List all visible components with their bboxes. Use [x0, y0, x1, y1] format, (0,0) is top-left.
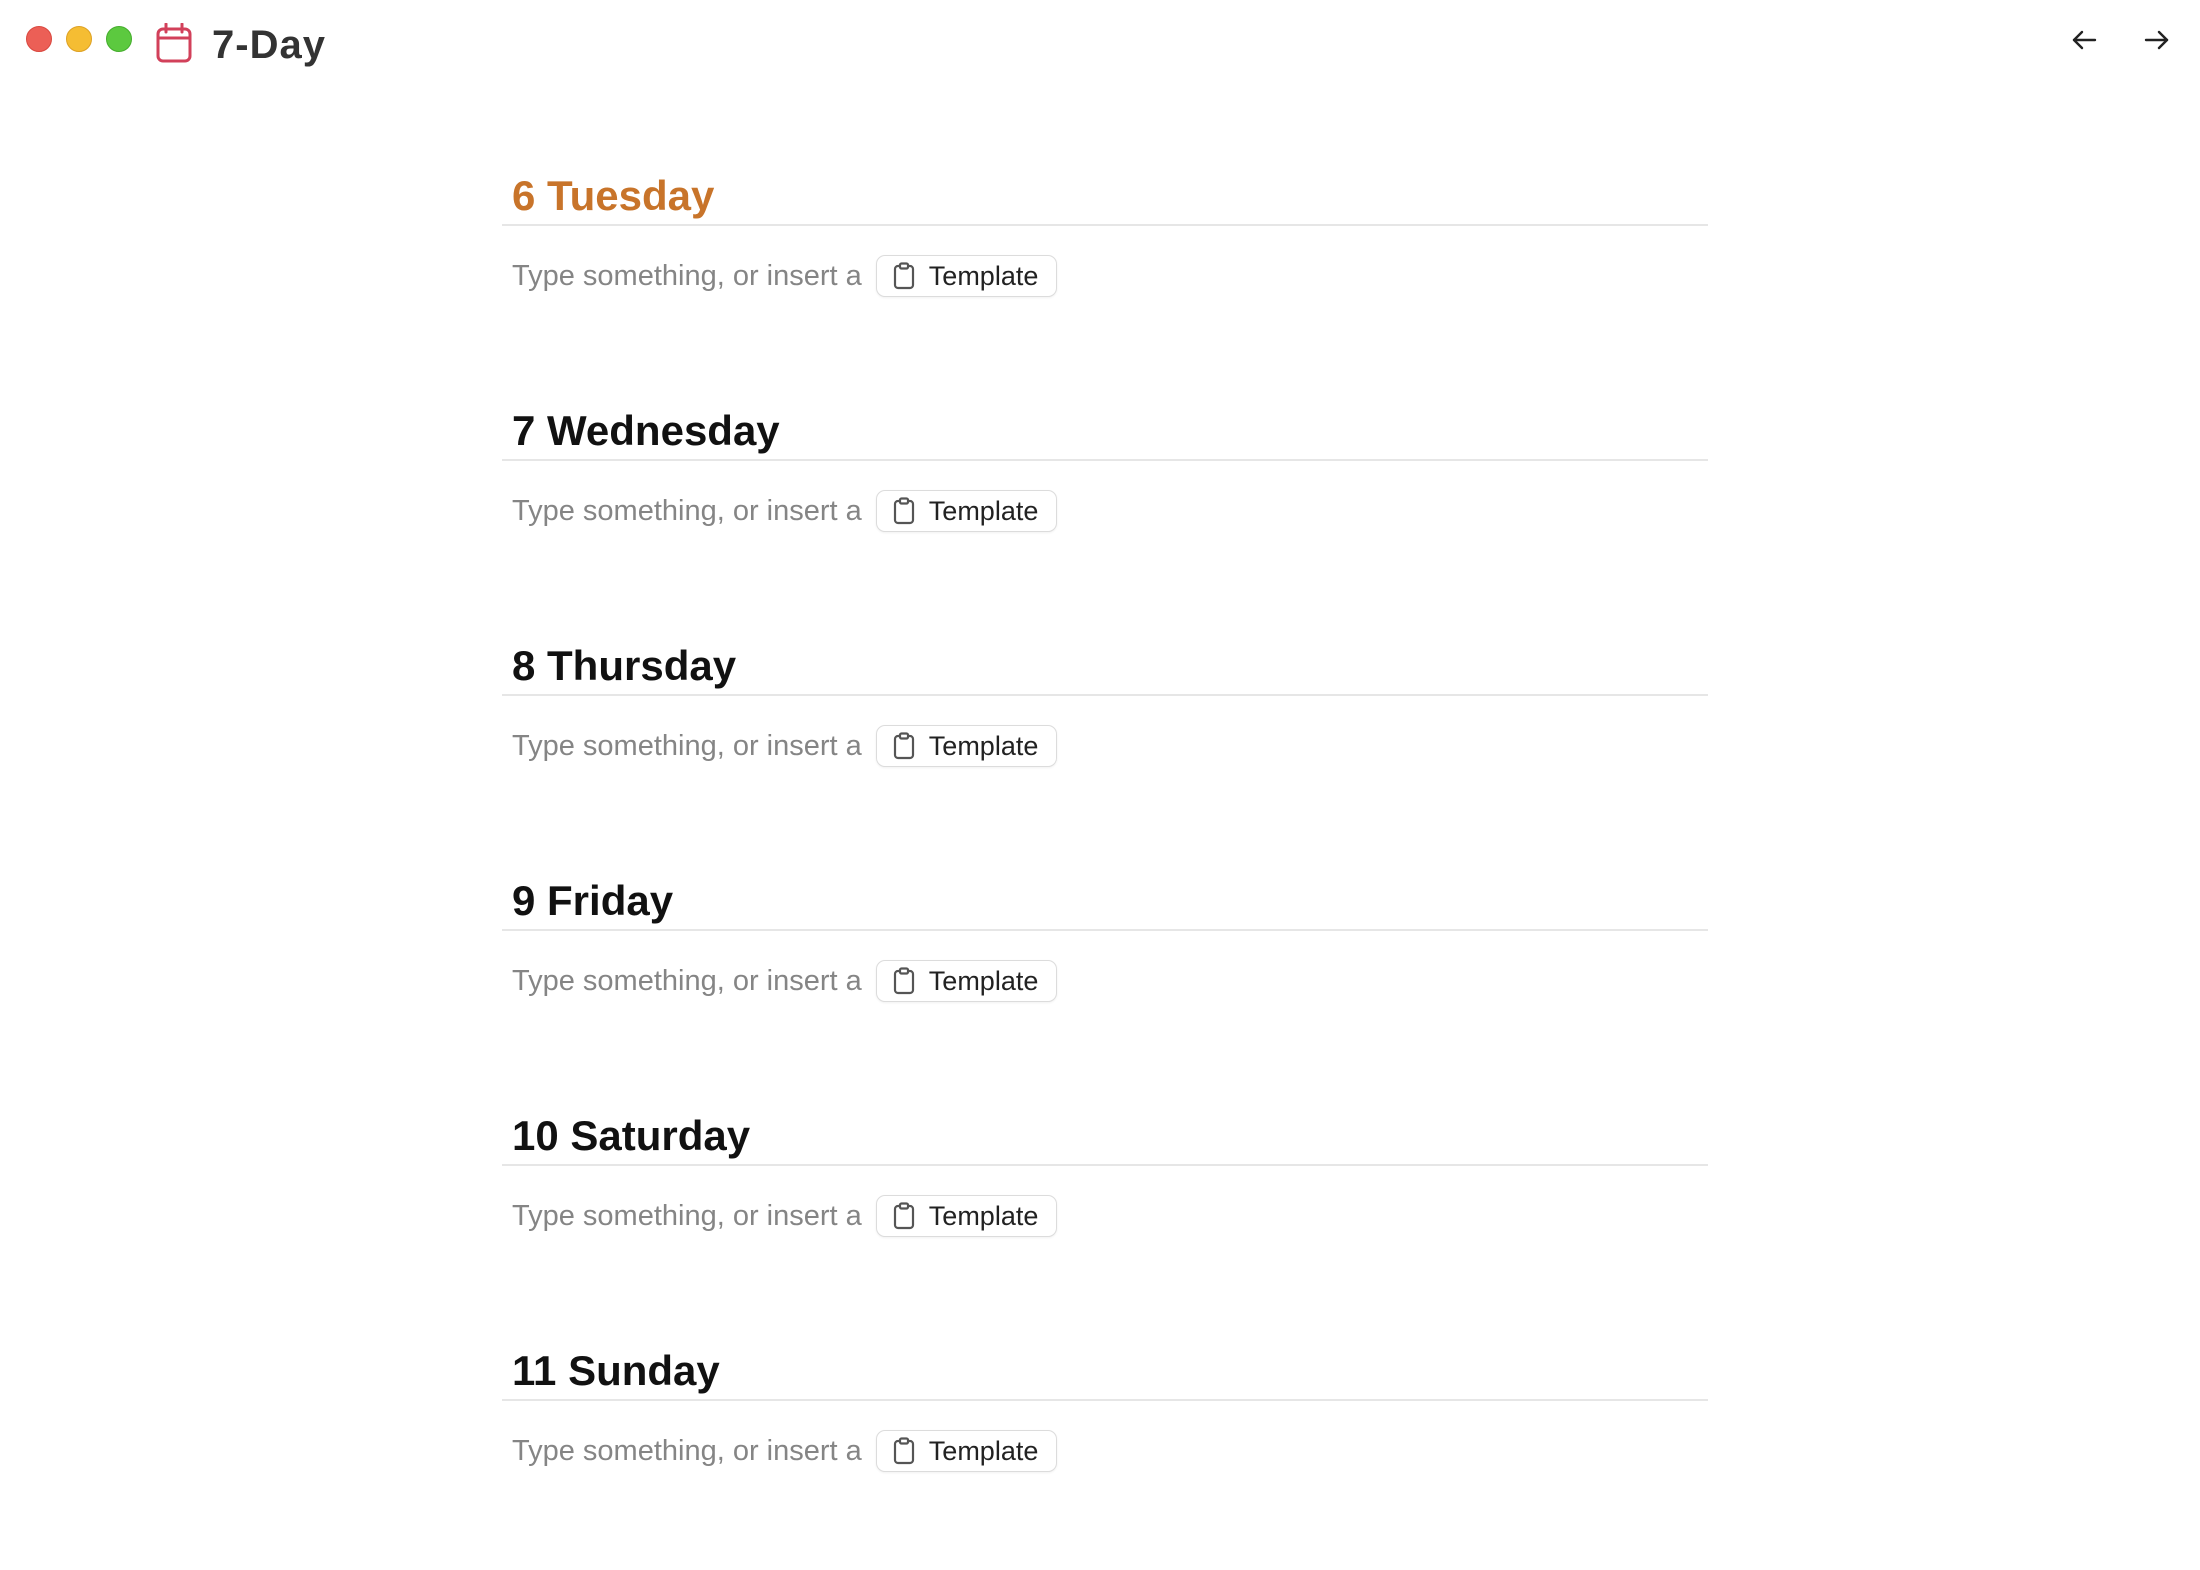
entry-placeholder[interactable]: Type something, or insert a: [512, 1429, 862, 1473]
entry-placeholder[interactable]: Type something, or insert a: [512, 724, 862, 768]
day-entry[interactable]: Type something, or insert a Template: [512, 1194, 1058, 1238]
day-section-saturday: 10 Saturday Type something, or insert a …: [502, 1100, 1708, 1335]
insert-template-button[interactable]: Template: [875, 490, 1058, 532]
divider: [502, 929, 1708, 931]
forward-button[interactable]: [2135, 18, 2179, 62]
window-title: 7-Day: [212, 23, 326, 67]
entry-placeholder[interactable]: Type something, or insert a: [512, 254, 862, 298]
day-section-friday: 9 Friday Type something, or insert a Tem…: [502, 865, 1708, 1100]
clipboard-icon: [893, 1202, 914, 1230]
day-heading[interactable]: 8 Thursday: [512, 638, 736, 694]
title-bar: 7-Day: [0, 0, 2200, 90]
window-maximize-button[interactable]: [106, 26, 132, 52]
back-button[interactable]: [2062, 18, 2106, 62]
insert-template-button[interactable]: Template: [875, 1195, 1058, 1237]
entry-placeholder[interactable]: Type something, or insert a: [512, 959, 862, 1003]
insert-template-button[interactable]: Template: [875, 725, 1058, 767]
divider: [502, 459, 1708, 461]
template-button-label: Template: [928, 260, 1039, 291]
day-entry[interactable]: Type something, or insert a Template: [512, 1429, 1058, 1473]
divider: [502, 694, 1708, 696]
day-entry[interactable]: Type something, or insert a Template: [512, 254, 1058, 298]
calendar-icon: [156, 23, 192, 63]
clipboard-icon: [893, 262, 914, 290]
day-section-wednesday: 7 Wednesday Type something, or insert a …: [502, 395, 1708, 630]
day-heading[interactable]: 6 Tuesday: [512, 168, 714, 224]
template-button-label: Template: [928, 730, 1039, 761]
divider: [502, 1399, 1708, 1401]
template-button-label: Template: [928, 495, 1039, 526]
arrow-left-icon: [2072, 30, 2097, 50]
days-list: 6 Tuesday Type something, or insert a Te…: [502, 160, 1708, 1570]
template-button-label: Template: [928, 965, 1039, 996]
day-heading[interactable]: 9 Friday: [512, 873, 673, 929]
day-entry[interactable]: Type something, or insert a Template: [512, 489, 1058, 533]
window-close-button[interactable]: [26, 26, 52, 52]
day-entry[interactable]: Type something, or insert a Template: [512, 959, 1058, 1003]
day-section-tuesday: 6 Tuesday Type something, or insert a Te…: [502, 160, 1708, 395]
day-heading[interactable]: 7 Wednesday: [512, 403, 780, 459]
window-minimize-button[interactable]: [66, 26, 92, 52]
entry-placeholder[interactable]: Type something, or insert a: [512, 489, 862, 533]
template-button-label: Template: [928, 1200, 1039, 1231]
insert-template-button[interactable]: Template: [875, 1430, 1058, 1472]
clipboard-icon: [893, 732, 914, 760]
day-section-thursday: 8 Thursday Type something, or insert a T…: [502, 630, 1708, 865]
arrow-right-icon: [2144, 30, 2169, 50]
insert-template-button[interactable]: Template: [875, 960, 1058, 1002]
clipboard-icon: [893, 967, 914, 995]
day-heading[interactable]: 10 Saturday: [512, 1108, 750, 1164]
divider: [502, 224, 1708, 226]
template-button-label: Template: [928, 1435, 1039, 1466]
divider: [502, 1164, 1708, 1166]
clipboard-icon: [893, 497, 914, 525]
day-section-sunday: 11 Sunday Type something, or insert a Te…: [502, 1335, 1708, 1570]
day-heading[interactable]: 11 Sunday: [512, 1343, 720, 1399]
entry-placeholder[interactable]: Type something, or insert a: [512, 1194, 862, 1238]
insert-template-button[interactable]: Template: [875, 255, 1058, 297]
day-entry[interactable]: Type something, or insert a Template: [512, 724, 1058, 768]
clipboard-icon: [893, 1437, 914, 1465]
